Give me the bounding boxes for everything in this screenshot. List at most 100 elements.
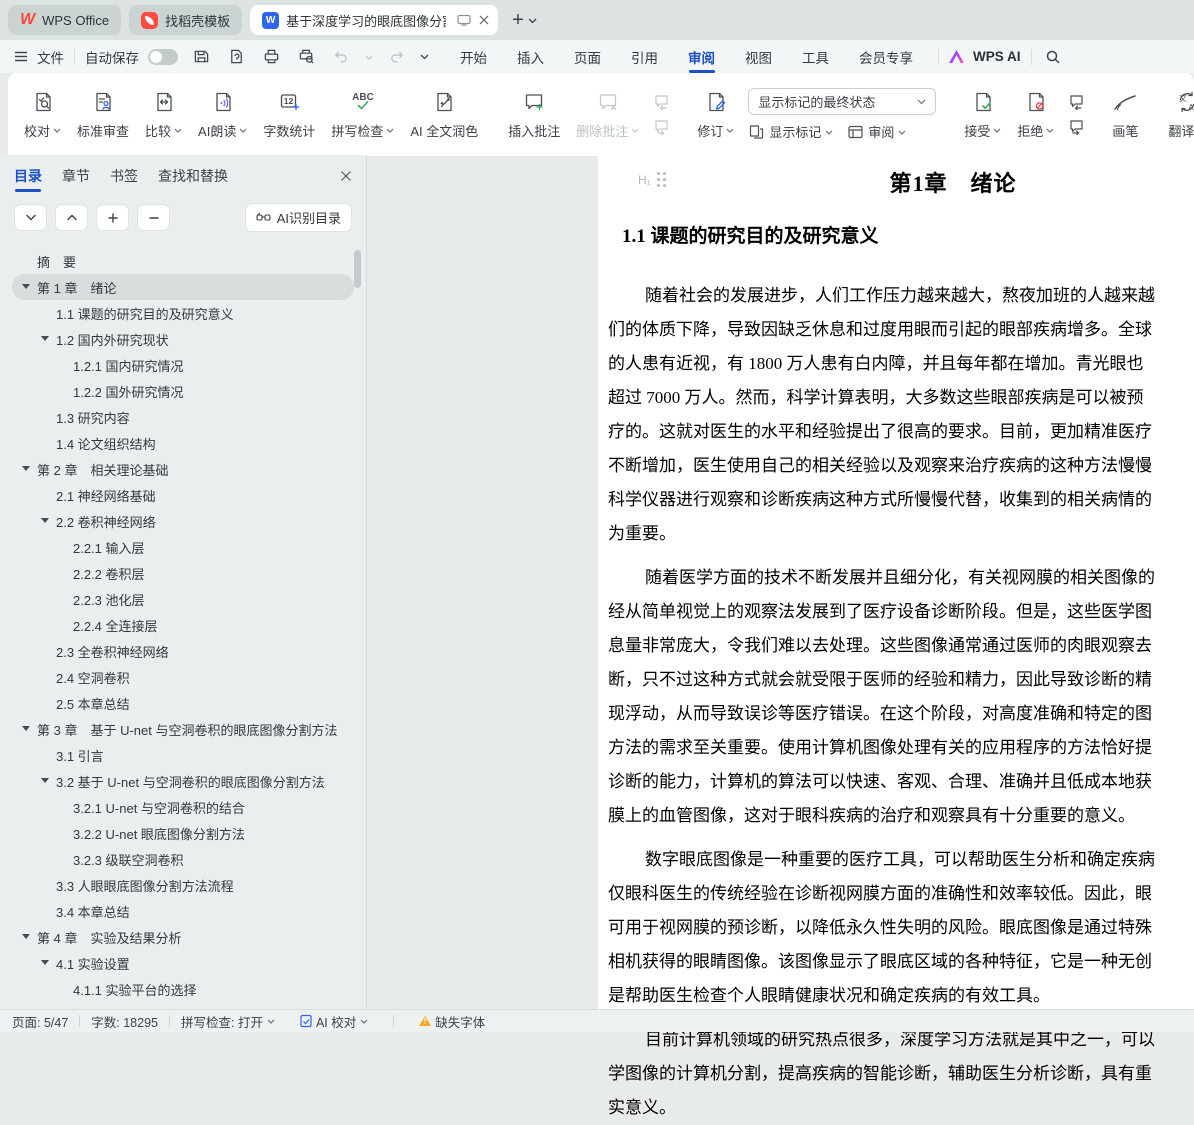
toc-item[interactable]: 第 1 章 绪论 xyxy=(12,274,354,300)
collapse-arrow-icon[interactable] xyxy=(58,593,73,605)
ai-polish-button[interactable]: AI 全文润色 xyxy=(402,90,486,140)
word-count-indicator[interactable]: 字数: 18295 xyxy=(91,1012,158,1031)
sidebar-tab[interactable]: 章节 xyxy=(62,155,90,197)
collapse-arrow-icon[interactable] xyxy=(58,385,73,397)
collapse-arrow-icon[interactable] xyxy=(22,281,37,293)
menu-tab[interactable]: 开始 xyxy=(445,40,502,73)
previous-change-button[interactable] xyxy=(1067,94,1085,110)
toc-item[interactable]: 1.2.2 国外研究情况 xyxy=(12,378,354,404)
translate-button[interactable]: 文A 翻译 xyxy=(1160,90,1194,140)
tab-docer-templates[interactable]: 找稻壳模板 xyxy=(129,5,242,35)
compare-button[interactable]: 比较 xyxy=(137,90,190,140)
markup-state-select[interactable]: 显示标记的最终状态 xyxy=(748,88,936,115)
print-icon[interactable] xyxy=(260,46,283,67)
ai-recognize-toc-button[interactable]: AI识别目录 xyxy=(245,203,352,232)
menu-tab[interactable]: 页面 xyxy=(559,40,616,73)
undo-icon[interactable] xyxy=(330,46,353,67)
expand-all-button[interactable] xyxy=(96,204,129,231)
collapse-all-button[interactable] xyxy=(137,204,170,231)
tab-wps-home[interactable]: W WPS Office xyxy=(8,5,121,35)
toc-item[interactable]: 第 4 章 实验及结果分析 xyxy=(12,924,354,950)
toc-item[interactable]: 摘 要 xyxy=(12,248,354,274)
sidebar-tab[interactable]: 书签 xyxy=(110,155,138,197)
file-menu[interactable]: 文件 xyxy=(37,47,64,67)
toc-item[interactable]: 4.1 实验设置 xyxy=(12,950,354,976)
collapse-arrow-icon[interactable] xyxy=(41,879,56,891)
collapse-heading-button[interactable] xyxy=(55,204,88,231)
expand-heading-button[interactable] xyxy=(14,204,47,231)
toc-item[interactable]: 1.1 课题的研究目的及研究意义 xyxy=(12,300,354,326)
menu-tab[interactable]: 视图 xyxy=(730,40,787,73)
sidebar-tab[interactable]: 目录 xyxy=(14,155,42,197)
show-markup-button[interactable]: 显示标记 xyxy=(748,122,833,141)
collapse-arrow-icon[interactable] xyxy=(41,411,56,423)
drag-handle-icon[interactable] xyxy=(657,172,666,187)
new-tab-button[interactable]: + xyxy=(512,10,524,30)
print-preview-icon[interactable] xyxy=(295,46,318,67)
sidebar-tab[interactable]: 查找和替换 xyxy=(158,155,228,197)
close-tab-icon[interactable] xyxy=(479,15,489,25)
tab-document[interactable]: W 基于深度学习的眼底图像分割 xyxy=(250,5,498,35)
collapse-arrow-icon[interactable] xyxy=(41,775,56,787)
toc-item[interactable]: 2.4 空洞卷积 xyxy=(12,664,354,690)
track-changes-button[interactable]: 修订 xyxy=(689,90,742,140)
collapse-arrow-icon[interactable] xyxy=(41,749,56,761)
tab-list-dropdown-icon[interactable] xyxy=(528,17,537,24)
collapse-arrow-icon[interactable] xyxy=(41,697,56,709)
toc-item[interactable]: 1.2 国内外研究现状 xyxy=(12,326,354,352)
collapse-arrow-icon[interactable] xyxy=(58,827,73,839)
toc-item[interactable]: 2.1 神经网络基础 xyxy=(12,482,354,508)
search-icon[interactable] xyxy=(1044,48,1062,66)
menu-tab[interactable]: 工具 xyxy=(787,40,844,73)
collapse-arrow-icon[interactable] xyxy=(22,255,37,267)
heading-level-marker[interactable]: H₁ xyxy=(638,172,666,187)
toc-item[interactable]: 3.2.2 U-net 眼底图像分割方法 xyxy=(12,820,354,846)
next-comment-button[interactable] xyxy=(652,119,670,135)
collapse-arrow-icon[interactable] xyxy=(58,567,73,579)
collapse-arrow-icon[interactable] xyxy=(41,671,56,683)
toc-item[interactable]: 第 2 章 相关理论基础 xyxy=(12,456,354,482)
toc-item[interactable]: 2.2.2 卷积层 xyxy=(12,560,354,586)
collapse-arrow-icon[interactable] xyxy=(41,437,56,449)
collapse-arrow-icon[interactable] xyxy=(41,333,56,345)
close-sidebar-icon[interactable] xyxy=(340,170,352,182)
insert-comment-button[interactable]: 插入批注 xyxy=(500,90,568,140)
toc-item[interactable]: 2.2.4 全连接层 xyxy=(12,612,354,638)
toc-item[interactable]: 3.2.1 U-net 与空洞卷积的结合 xyxy=(12,794,354,820)
collapse-arrow-icon[interactable] xyxy=(58,359,73,371)
previous-comment-button[interactable] xyxy=(652,94,670,110)
collapse-arrow-icon[interactable] xyxy=(41,957,56,969)
collapse-arrow-icon[interactable] xyxy=(58,853,73,865)
sidebar-scrollbar[interactable] xyxy=(354,250,361,288)
redo-icon[interactable] xyxy=(385,46,408,67)
missing-font-warning[interactable]: 缺失字体 xyxy=(419,1012,485,1031)
wps-ai-button[interactable]: WPS AI xyxy=(949,49,1021,64)
collapse-arrow-icon[interactable] xyxy=(58,983,73,995)
toc-item[interactable]: 3.3 人眼眼底图像分割方法流程 xyxy=(12,872,354,898)
menu-tab[interactable]: 引用 xyxy=(616,40,673,73)
reject-change-button[interactable]: 拒绝 xyxy=(1009,90,1062,140)
toc-item[interactable]: 3.1 引言 xyxy=(12,742,354,768)
collapse-arrow-icon[interactable] xyxy=(41,515,56,527)
ai-proofread-status[interactable]: AI 校对 xyxy=(300,1012,368,1031)
collapse-arrow-icon[interactable] xyxy=(41,307,56,319)
review-pane-button[interactable]: 审阅 xyxy=(847,122,906,141)
ai-read-aloud-button[interactable]: AI朗读 xyxy=(190,90,255,140)
undo-dropdown-icon[interactable] xyxy=(365,54,373,60)
next-change-button[interactable] xyxy=(1067,119,1085,135)
proofread-button[interactable]: 校对 xyxy=(16,90,69,140)
toc-item[interactable]: 2.5 本章总结 xyxy=(12,690,354,716)
word-count-button[interactable]: 12 字数统计 xyxy=(255,90,323,140)
toc-item[interactable]: 2.2 卷积神经网络 xyxy=(12,508,354,534)
session-share-icon[interactable] xyxy=(457,14,471,26)
toc-item[interactable]: 2.2.1 输入层 xyxy=(12,534,354,560)
accept-change-button[interactable]: 接受 xyxy=(956,90,1009,140)
collapse-arrow-icon[interactable] xyxy=(22,463,37,475)
menu-tab[interactable]: 会员专享 xyxy=(844,40,928,73)
toc-item[interactable]: 3.4 本章总结 xyxy=(12,898,354,924)
toc-item[interactable]: 1.3 研究内容 xyxy=(12,404,354,430)
save-icon[interactable] xyxy=(190,46,213,67)
collapse-arrow-icon[interactable] xyxy=(41,645,56,657)
toc-item[interactable]: 4.1.1 实验平台的选择 xyxy=(12,976,354,1002)
collapse-arrow-icon[interactable] xyxy=(58,619,73,631)
